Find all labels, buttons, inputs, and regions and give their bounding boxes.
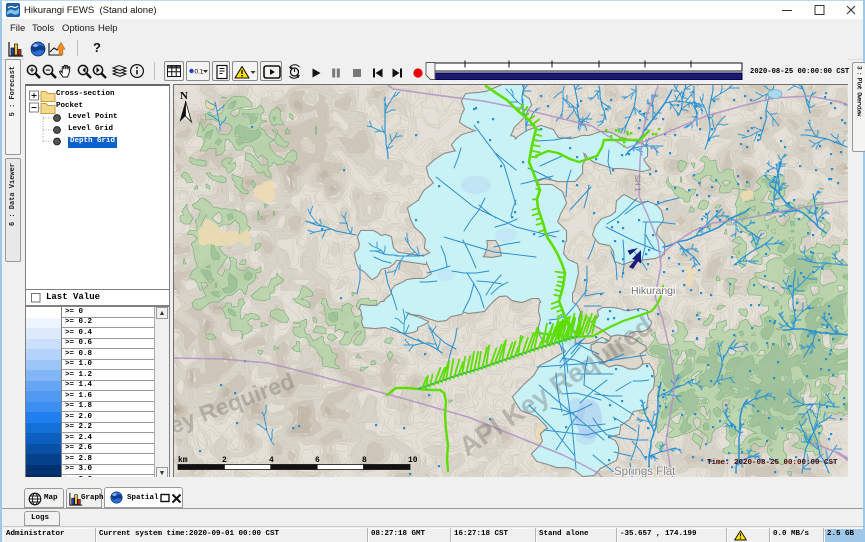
svg-text:2: 2 bbox=[222, 456, 227, 465]
svg-text:km: km bbox=[178, 456, 188, 465]
svg-text:Time: 2020-08-25 00:00:00 CST: Time: 2020-08-25 00:00:00 CST bbox=[707, 459, 838, 467]
svg-text:Hikurangi: Hikurangi bbox=[631, 285, 675, 297]
svg-text:10: 10 bbox=[408, 456, 418, 465]
svg-text:6: 6 bbox=[315, 456, 320, 465]
svg-text:4: 4 bbox=[269, 456, 274, 465]
svg-text:8: 8 bbox=[362, 456, 367, 465]
svg-text:N: N bbox=[180, 90, 188, 102]
svg-text:Springs Flat: Springs Flat bbox=[614, 466, 676, 477]
svg-text:SH 1: SH 1 bbox=[633, 175, 643, 192]
